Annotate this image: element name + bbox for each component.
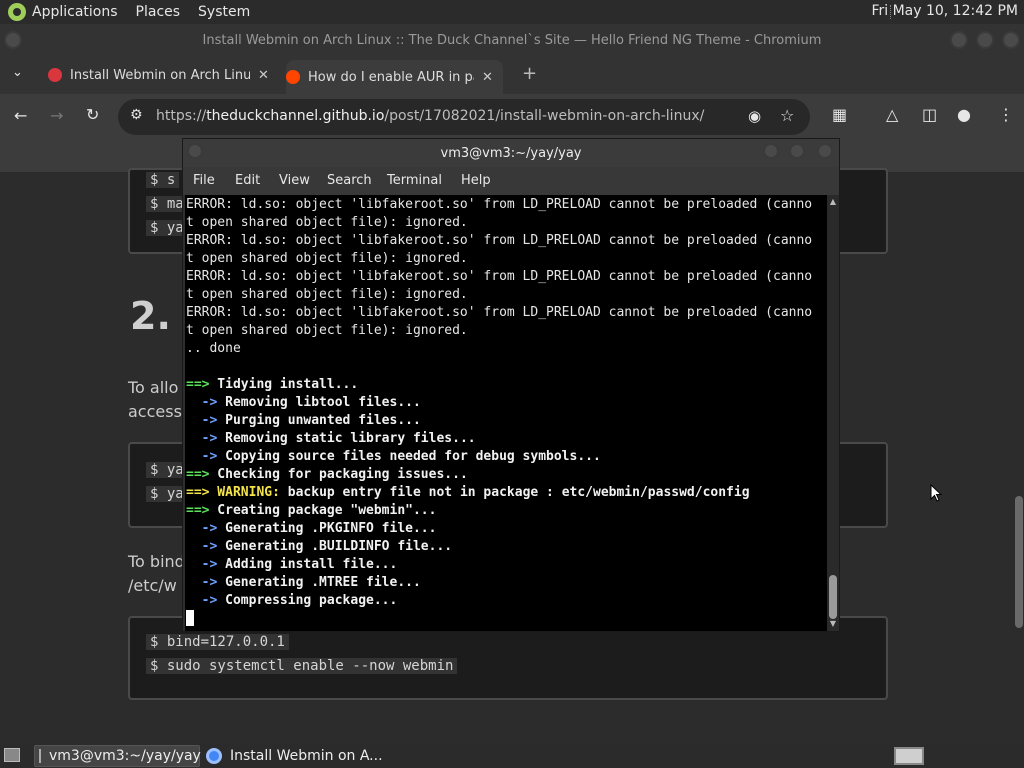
terminal-line: -> Purging unwanted files... <box>186 413 421 428</box>
code-line: $ s <box>146 172 180 188</box>
address-bar[interactable]: ⚙ https://theduckchannel.github.io/post/… <box>118 99 810 135</box>
menu-terminal[interactable]: Terminal <box>387 173 442 188</box>
browser-toolbar: ← → ↻ ⚙ https://theduckchannel.github.io… <box>0 94 1024 140</box>
labs-flask-icon[interactable]: △ <box>886 105 898 124</box>
tab-search-chevron-icon[interactable]: ⌄ <box>12 65 23 80</box>
page-scrollbar[interactable] <box>1014 172 1024 744</box>
terminal-output[interactable]: ERROR: ld.so: object 'libfakeroot.so' fr… <box>185 195 827 631</box>
taskbar-label: Install Webmin on A... <box>230 748 383 764</box>
terminal-line: .. done <box>186 341 241 356</box>
bottom-panel: vm3@vm3:~/yay/yay Install Webmin on A... <box>0 744 1024 768</box>
places-menu[interactable]: Places <box>136 4 181 20</box>
terminal-titlebar[interactable]: vm3@vm3:~/yay/yay <box>183 139 839 167</box>
close-button[interactable] <box>1002 31 1020 49</box>
paragraph-line: /etc/w <box>128 576 177 595</box>
applications-menu[interactable]: Applications <box>32 4 118 20</box>
paragraph-line: To bind <box>128 552 185 571</box>
profile-icon[interactable]: ● <box>957 105 971 124</box>
tab-close-icon[interactable]: ✕ <box>258 68 269 83</box>
browser-titlebar: Install Webmin on Arch Linux :: The Duck… <box>0 24 1024 56</box>
taskbar-label: vm3@vm3:~/yay/yay <box>49 748 201 764</box>
tab-strip: ⌄ Install Webmin on Arch Linux ✕ How do … <box>0 56 1024 94</box>
top-panel: Applications Places System Fri May 10, 1… <box>0 0 1024 24</box>
system-menu[interactable]: System <box>198 4 250 20</box>
mate-logo-icon[interactable] <box>8 3 26 21</box>
terminal-line: -> Generating .PKGINFO file... <box>186 521 437 536</box>
scroll-up-arrow-icon[interactable]: ▲ <box>828 197 838 206</box>
minimize-button[interactable] <box>763 143 779 159</box>
maximize-button[interactable] <box>789 143 805 159</box>
terminal-line: ==> Creating package "webmin"... <box>186 503 437 518</box>
terminal-line: t open shared object file): ignored. <box>186 323 468 338</box>
tab-title: How do I enable AUR in pacman <box>308 69 474 85</box>
terminal-line: t open shared object file): ignored. <box>186 251 468 266</box>
minimize-button[interactable] <box>950 31 968 49</box>
terminal-line: ==> WARNING: backup entry file not in pa… <box>186 485 750 500</box>
menu-view[interactable]: View <box>279 173 310 188</box>
terminal-line: -> Removing libtool files... <box>186 395 421 410</box>
terminal-icon <box>39 749 41 763</box>
code-line: $ bind=127.0.0.1 <box>146 634 289 650</box>
terminal-line: ERROR: ld.so: object 'libfakeroot.so' fr… <box>186 305 813 320</box>
menu-kebab-icon[interactable]: ⋮ <box>998 105 1014 124</box>
site-favicon-icon <box>48 68 62 82</box>
side-panel-icon[interactable]: ◫ <box>922 105 937 124</box>
reload-icon[interactable]: ↻ <box>86 105 99 124</box>
tab-reddit-aur[interactable]: How do I enable AUR in pacman ✕ <box>286 60 503 94</box>
reddit-favicon-icon <box>286 70 300 84</box>
code-line: $ sudo systemctl enable --now webmin <box>146 658 458 674</box>
eye-off-icon[interactable]: ◉ <box>748 107 761 125</box>
window-menu-button[interactable] <box>4 31 22 49</box>
workspace-switcher[interactable] <box>894 747 924 765</box>
terminal-line: ERROR: ld.so: object 'libfakeroot.so' fr… <box>186 197 813 212</box>
menu-search[interactable]: Search <box>327 173 372 188</box>
tab-title: Install Webmin on Arch Linux <box>70 67 250 83</box>
extensions-puzzle-icon[interactable]: ▦ <box>832 105 847 124</box>
chromium-icon <box>206 748 222 764</box>
clock[interactable]: Fri May 10, 12:42 PM <box>871 3 1018 19</box>
terminal-line: -> Generating .MTREE file... <box>186 575 421 590</box>
taskbar-item-terminal[interactable]: vm3@vm3:~/yay/yay <box>34 745 201 767</box>
menu-file[interactable]: File <box>193 173 215 188</box>
tab-install-webmin[interactable]: Install Webmin on Arch Linux ✕ <box>48 60 269 90</box>
terminal-window[interactable]: vm3@vm3:~/yay/yay File Edit View Search … <box>182 138 840 632</box>
terminal-line: -> Copying source files needed for debug… <box>186 449 601 464</box>
scroll-down-arrow-icon[interactable]: ▼ <box>828 619 838 628</box>
browser-window-title: Install Webmin on Arch Linux :: The Duck… <box>202 32 822 48</box>
page-scrollbar-thumb[interactable] <box>1015 496 1023 628</box>
url-text[interactable]: https://theduckchannel.github.io/post/17… <box>156 108 704 124</box>
close-button[interactable] <box>817 143 833 159</box>
site-info-icon[interactable]: ⚙ <box>130 107 143 123</box>
new-tab-plus-icon[interactable]: + <box>522 63 537 84</box>
terminal-scrollbar[interactable]: ▲ ▼ <box>827 195 839 631</box>
bookmark-star-icon[interactable]: ☆ <box>780 106 794 125</box>
forward-arrow-icon[interactable]: → <box>50 106 63 125</box>
terminal-line: t open shared object file): ignored. <box>186 215 468 230</box>
back-arrow-icon[interactable]: ← <box>14 106 27 125</box>
tab-close-icon[interactable]: ✕ <box>482 70 493 85</box>
terminal-line: -> Adding install file... <box>186 557 398 572</box>
terminal-line: t open shared object file): ignored. <box>186 287 468 302</box>
maximize-button[interactable] <box>976 31 994 49</box>
terminal-line: -> Generating .BUILDINFO file... <box>186 539 453 554</box>
terminal-line: ERROR: ld.so: object 'libfakeroot.so' fr… <box>186 233 813 248</box>
window-menu-button[interactable] <box>187 143 203 159</box>
taskbar-item-chromium[interactable]: Install Webmin on A... <box>204 745 394 767</box>
section-heading: 2. <box>130 294 171 338</box>
show-desktop-icon[interactable] <box>4 748 20 762</box>
terminal-scrollbar-thumb[interactable] <box>829 575 837 619</box>
terminal-line: ==> Tidying install... <box>186 377 359 392</box>
terminal-line: ERROR: ld.so: object 'libfakeroot.so' fr… <box>186 269 813 284</box>
terminal-line: ==> Checking for packaging issues... <box>186 467 468 482</box>
terminal-menubar: File Edit View Search Terminal Help <box>183 167 839 195</box>
terminal-title: vm3@vm3:~/yay/yay <box>440 145 582 161</box>
menu-help[interactable]: Help <box>461 173 491 188</box>
terminal-line: -> Compressing package... <box>186 593 398 608</box>
menu-edit[interactable]: Edit <box>235 173 260 188</box>
mouse-pointer-icon <box>930 483 944 502</box>
terminal-cursor <box>186 610 194 626</box>
terminal-line: -> Removing static library files... <box>186 431 476 446</box>
paragraph-line: To allo <box>128 378 179 397</box>
paragraph-line: access <box>128 402 182 421</box>
